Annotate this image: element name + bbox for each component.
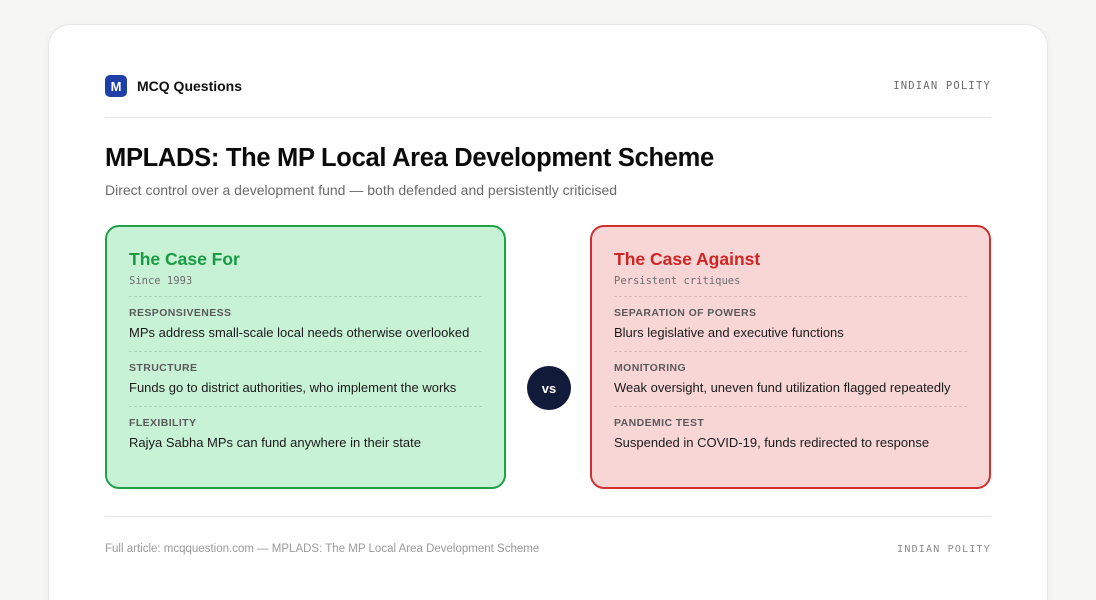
item-text: MPs address small-scale local needs othe… [129,325,470,340]
list-item: MONITORING Weak oversight, uneven fund u… [614,351,967,406]
item-label: FLEXIBILITY [129,417,197,429]
item-label: RESPONSIVENESS [129,307,232,319]
item-text: Suspended in COVID-19, funds redirected … [614,435,930,450]
item-label: STRUCTURE [129,362,198,374]
header-divider [105,117,991,118]
item-label: MONITORING [614,362,687,374]
category-tag: INDIAN POLITY [893,80,991,92]
header: M MCQ Questions INDIAN POLITY [105,73,991,99]
case-for-subtitle: Since 1993 [129,275,193,287]
item-label: PANDEMIC TEST [614,417,705,429]
brand[interactable]: M MCQ Questions [105,75,242,97]
item-text: Funds go to district authorities, who im… [129,380,457,395]
list-item: SEPARATION OF POWERS Blurs legislative a… [614,296,967,351]
article-card: M MCQ Questions INDIAN POLITY MPLADS: Th… [48,24,1048,600]
case-against-panel: The Case Against Persistent critiques SE… [590,225,991,489]
case-against-subtitle: Persistent critiques [614,275,741,287]
page-subtitle: Direct control over a development fund —… [105,182,618,198]
vs-badge: vs [527,366,571,410]
case-against-title: The Case Against [614,249,761,269]
footer-article-link[interactable]: Full article: mcqquestion.com — MPLADS: … [105,543,539,555]
list-item: FLEXIBILITY Rajya Sabha MPs can fund any… [129,406,482,461]
item-text: Rajya Sabha MPs can fund anywhere in the… [129,435,421,450]
item-text: Weak oversight, uneven fund utilization … [614,380,951,395]
footer-divider [105,516,991,517]
footer-tag: INDIAN POLITY [897,543,991,555]
item-label: SEPARATION OF POWERS [614,307,757,319]
list-item: PANDEMIC TEST Suspended in COVID-19, fun… [614,406,967,461]
footer: Full article: mcqquestion.com — MPLADS: … [105,543,991,555]
brand-name: MCQ Questions [137,78,243,94]
page-title: MPLADS: The MP Local Area Development Sc… [105,144,714,172]
case-for-panel: The Case For Since 1993 RESPONSIVENESS M… [105,225,506,489]
list-item: RESPONSIVENESS MPs address small-scale l… [129,296,482,351]
item-text: Blurs legislative and executive function… [614,325,844,340]
list-item: STRUCTURE Funds go to district authoriti… [129,351,482,406]
brand-logo-icon: M [105,75,127,97]
case-for-title: The Case For [129,249,240,269]
